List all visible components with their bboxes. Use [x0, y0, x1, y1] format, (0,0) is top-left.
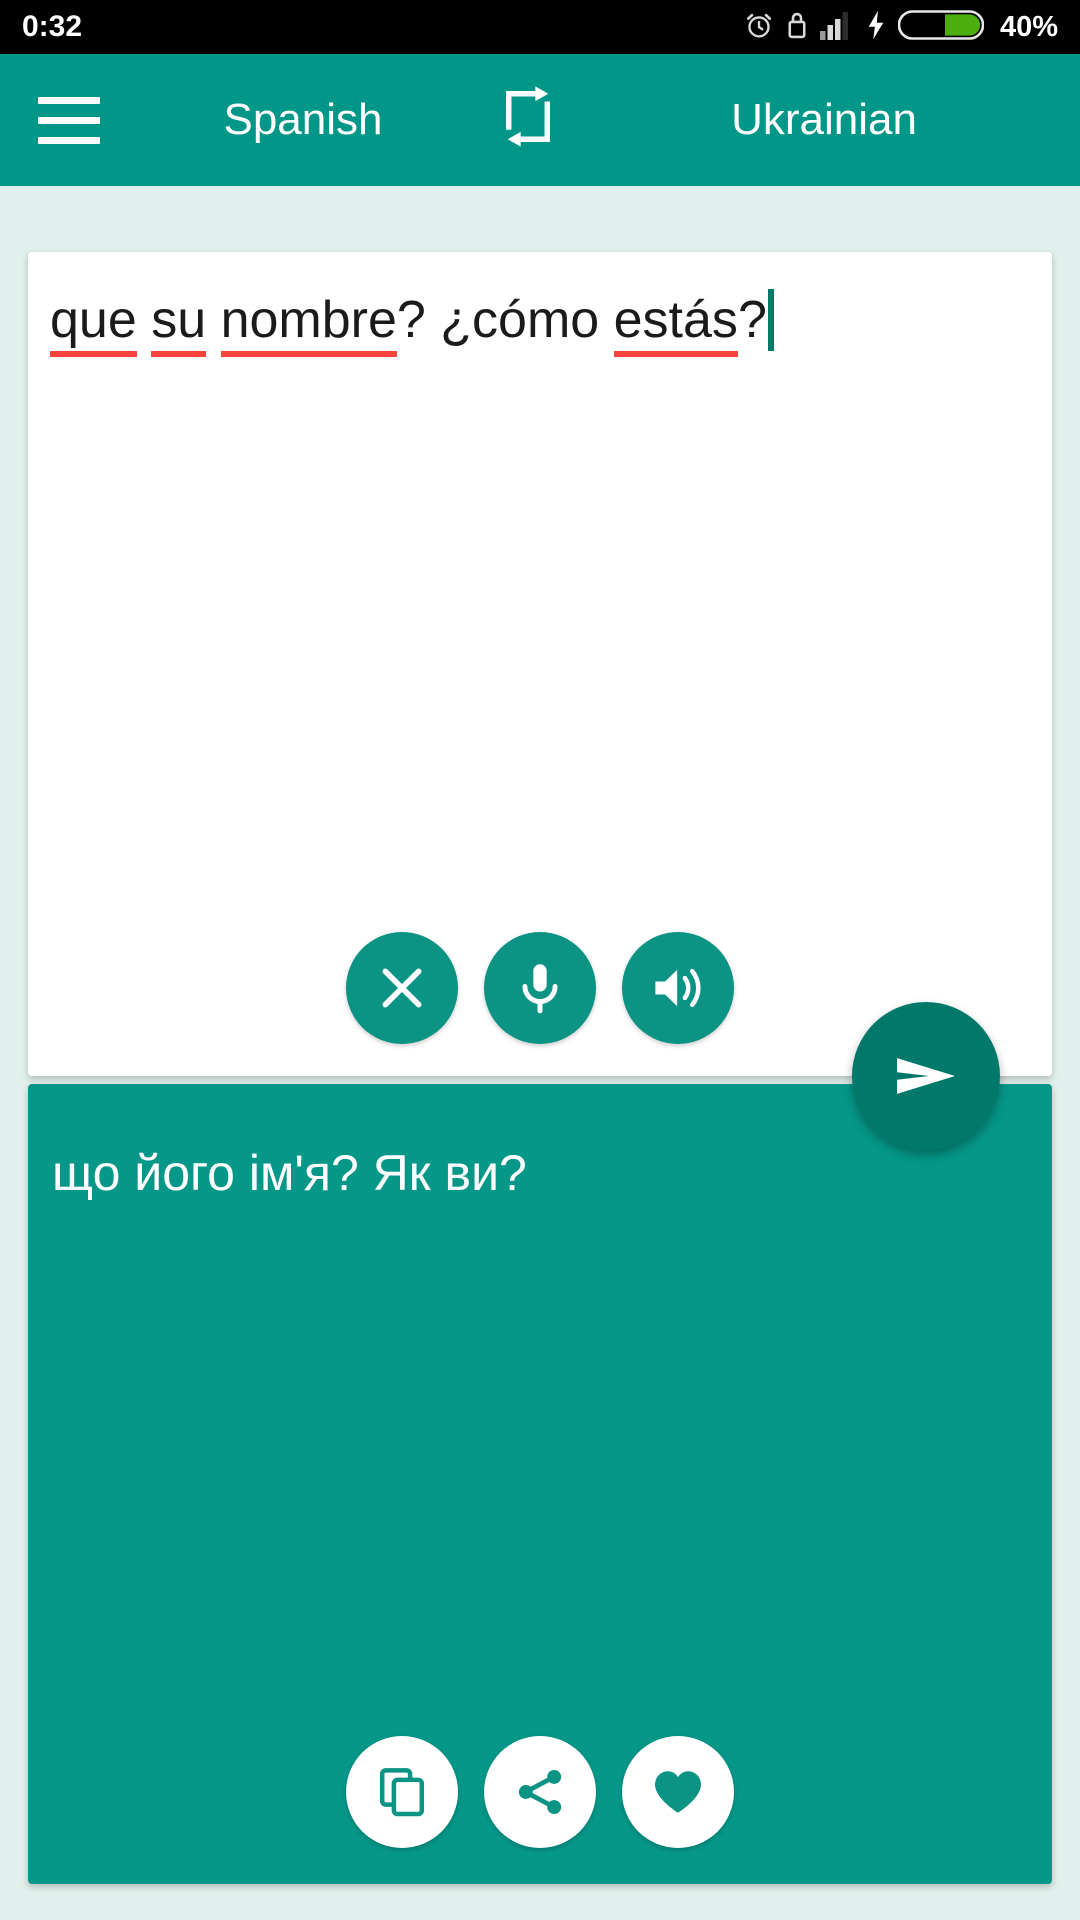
misspelled-word: su [151, 291, 207, 357]
text-caret [767, 289, 774, 351]
translation-action-bar [28, 1736, 1052, 1848]
lock-icon [786, 9, 808, 45]
send-icon [897, 1058, 955, 1094]
signal-icon [819, 10, 854, 45]
misspelled-word: nombre [220, 291, 397, 357]
target-language-selector[interactable]: Ukrainian [598, 95, 1050, 145]
favorite-button[interactable] [622, 1736, 734, 1848]
status-bar-icons: 40% [744, 9, 1058, 46]
battery-percent-label: 40% [999, 10, 1058, 43]
share-button[interactable] [484, 1736, 596, 1848]
source-language-selector[interactable]: Spanish [148, 95, 458, 145]
source-text-run: ? [737, 291, 767, 349]
charging-bolt-icon [866, 10, 886, 45]
hamburger-line [38, 96, 100, 104]
source-text-run [206, 291, 220, 349]
hamburger-menu-icon[interactable] [38, 96, 138, 144]
clear-button[interactable] [346, 932, 458, 1044]
translation-result-card: що його ім'я? Як ви? [28, 1084, 1052, 1884]
swap-languages-icon[interactable] [458, 85, 598, 155]
hamburger-line [38, 116, 100, 124]
hamburger-line [38, 136, 100, 144]
source-text-content: que su nombre? ¿cómo estás? [50, 291, 767, 357]
translation-text: що його ім'я? Як ви? [52, 1145, 527, 1201]
speak-source-button[interactable] [622, 932, 734, 1044]
status-bar: 0:32 40% [0, 0, 1080, 54]
send-translate-button[interactable] [852, 1002, 1000, 1150]
misspelled-word: estás [613, 291, 738, 357]
microphone-button[interactable] [484, 932, 596, 1044]
source-text-input[interactable]: que su nombre? ¿cómo estás? [50, 288, 1030, 357]
misspelled-word: que [50, 291, 137, 357]
source-text-run [137, 291, 151, 349]
alarm-icon [744, 9, 774, 46]
source-text-card: que su nombre? ¿cómo estás? [28, 252, 1052, 1076]
source-text-run: ? ¿cómo [396, 291, 614, 349]
copy-button[interactable] [346, 1736, 458, 1848]
battery-icon [897, 9, 985, 46]
status-bar-clock: 0:32 [22, 10, 83, 43]
app-bar: Spanish Ukrainian [0, 54, 1080, 186]
